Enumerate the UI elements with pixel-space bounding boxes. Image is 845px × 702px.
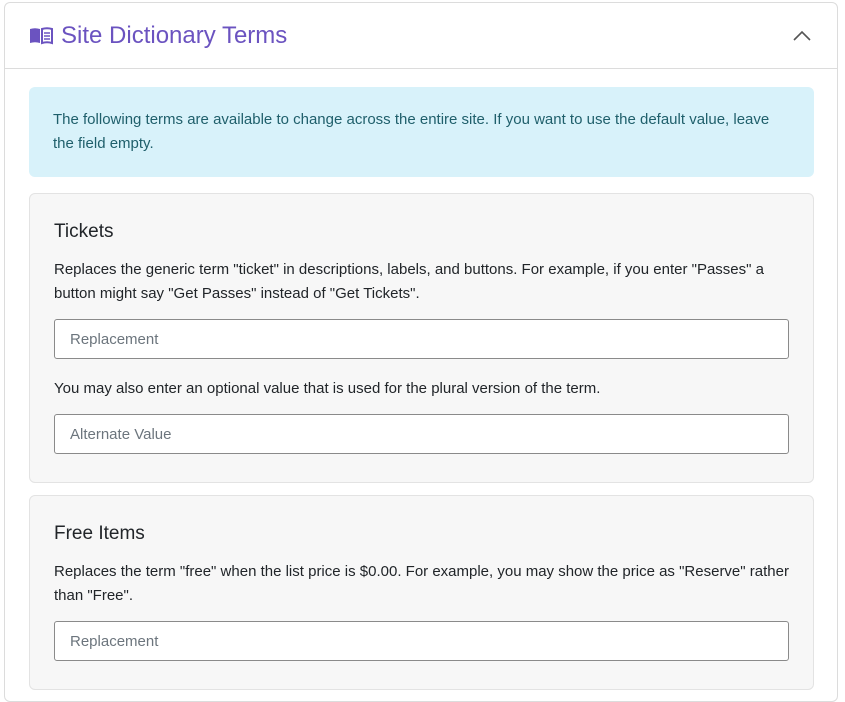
section-description: Replaces the generic term "ticket" in de…	[54, 261, 764, 302]
site-dictionary-panel: Site Dictionary Terms The following term…	[4, 2, 838, 702]
free-items-card: Free Items Replaces the term "free" when…	[29, 495, 814, 690]
book-icon	[29, 26, 53, 46]
chevron-up-icon[interactable]	[791, 25, 813, 47]
panel-header[interactable]: Site Dictionary Terms	[5, 3, 837, 69]
plural-description: You may also enter an optional value tha…	[54, 380, 601, 397]
free-items-replacement-input[interactable]	[54, 621, 789, 661]
section-title: Free Items	[54, 523, 145, 544]
panel-title: Site Dictionary Terms	[61, 21, 288, 49]
panel-title-wrap: Site Dictionary Terms	[29, 22, 791, 50]
section-description: Replaces the term "free" when the list p…	[54, 563, 789, 604]
panel-body: The following terms are available to cha…	[5, 69, 837, 690]
tickets-alternate-input[interactable]	[54, 414, 789, 454]
info-alert: The following terms are available to cha…	[29, 87, 814, 177]
tickets-card: Tickets Replaces the generic term "ticke…	[29, 193, 814, 483]
tickets-replacement-input[interactable]	[54, 319, 789, 359]
section-title: Tickets	[54, 221, 114, 242]
